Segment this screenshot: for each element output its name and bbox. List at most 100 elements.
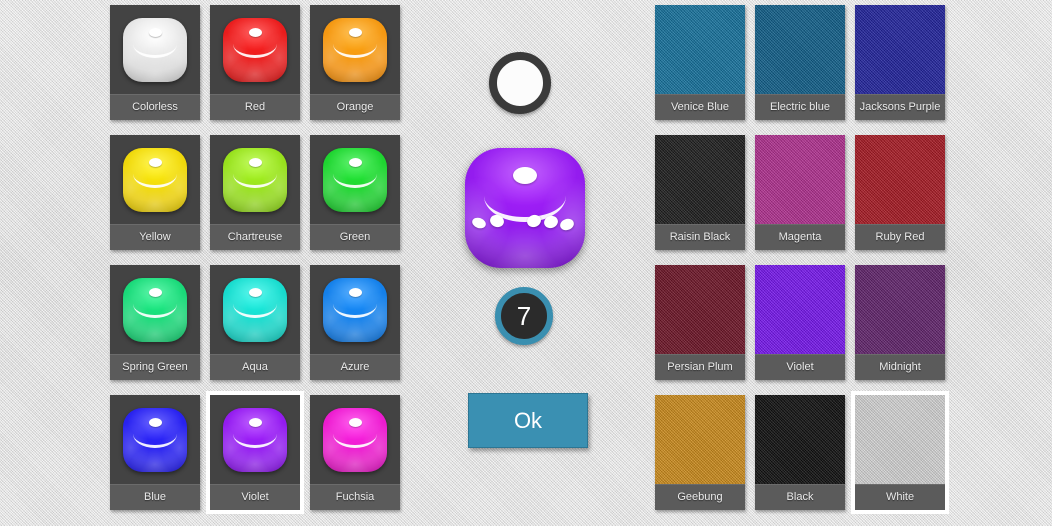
fabric-color-tile[interactable]: Magenta <box>755 135 845 250</box>
dice-color-tile[interactable]: Green <box>310 135 400 250</box>
fabric-color-label: Geebung <box>655 484 745 510</box>
die-highlight <box>333 304 377 319</box>
fabric-swatch <box>655 5 745 94</box>
die-highlight <box>133 434 177 449</box>
die-highlight <box>133 174 177 189</box>
die-highlight <box>233 44 277 59</box>
fabric-weave-texture <box>855 395 945 484</box>
die-icon <box>123 147 187 212</box>
die-pip <box>248 418 262 428</box>
die-icon <box>123 277 187 342</box>
die-pip <box>148 28 162 38</box>
ok-button[interactable]: Ok <box>468 393 588 448</box>
dice-color-label: Yellow <box>110 224 200 250</box>
fabric-color-label: White <box>855 484 945 510</box>
fabric-swatch <box>755 265 845 354</box>
dice-color-tile[interactable]: Red <box>210 5 300 120</box>
fabric-color-tile[interactable]: Jacksons Purple <box>855 5 945 120</box>
fabric-swatch <box>855 265 945 354</box>
die-highlight <box>233 304 277 319</box>
fabric-color-tile[interactable]: Electric blue <box>755 5 845 120</box>
die-preview[interactable] <box>465 148 585 268</box>
die-pip <box>348 288 362 298</box>
dice-color-tile[interactable]: Spring Green <box>110 265 200 380</box>
fabric-color-label: Raisin Black <box>655 224 745 250</box>
fabric-color-tile[interactable]: Venice Blue <box>655 5 745 120</box>
die-icon <box>223 277 287 342</box>
dice-color-label: Colorless <box>110 94 200 120</box>
dice-color-tile[interactable]: Fuchsia <box>310 395 400 510</box>
die-pip <box>248 288 262 298</box>
fabric-color-grid: Venice Blue Electric blue Jacksons Purple R… <box>655 0 949 519</box>
dice-color-label: Chartreuse <box>210 224 300 250</box>
dice-swatch <box>110 395 200 484</box>
die-pip <box>348 418 362 428</box>
die-icon <box>123 17 187 82</box>
fabric-swatch <box>755 5 845 94</box>
fabric-color-tile[interactable]: Ruby Red <box>855 135 945 250</box>
fabric-swatch <box>855 135 945 224</box>
dice-swatch <box>110 265 200 354</box>
fabric-color-tile[interactable]: Raisin Black <box>655 135 745 250</box>
dice-swatch <box>310 5 400 94</box>
fabric-color-label: Electric blue <box>755 94 845 120</box>
dice-color-label: Violet <box>210 484 300 510</box>
fabric-swatch <box>655 265 745 354</box>
fabric-color-tile[interactable]: Violet <box>755 265 845 380</box>
dice-count-badge[interactable]: 7 <box>495 287 553 345</box>
fabric-swatch <box>655 135 745 224</box>
die-icon <box>323 147 387 212</box>
fabric-weave-texture <box>855 135 945 224</box>
fabric-color-tile[interactable]: Black <box>755 395 845 510</box>
fabric-color-label: Jacksons Purple <box>855 94 945 120</box>
dice-swatch <box>110 5 200 94</box>
dice-color-label: Spring Green <box>110 354 200 380</box>
dice-color-tile[interactable]: Colorless <box>110 5 200 120</box>
die-icon <box>323 277 387 342</box>
dice-count-value: 7 <box>516 300 532 331</box>
dice-color-tile[interactable]: Chartreuse <box>210 135 300 250</box>
dice-color-label: Orange <box>310 94 400 120</box>
die-pip <box>248 158 262 168</box>
fabric-weave-texture <box>655 135 745 224</box>
fabric-color-label: Violet <box>755 354 845 380</box>
die-pip <box>513 167 537 185</box>
die-pip <box>148 158 162 168</box>
die-icon <box>123 407 187 472</box>
fabric-weave-texture <box>855 265 945 354</box>
dice-color-tile[interactable]: Azure <box>310 265 400 380</box>
die-highlight <box>333 434 377 449</box>
dice-color-tile[interactable]: Violet <box>206 391 304 514</box>
fabric-weave-texture <box>655 395 745 484</box>
dice-color-label: Aqua <box>210 354 300 380</box>
die-pip <box>470 215 488 230</box>
pip-color-swatch[interactable] <box>489 52 551 114</box>
die-icon <box>223 407 287 472</box>
fabric-color-tile[interactable]: Midnight <box>855 265 945 380</box>
fabric-color-label: Black <box>755 484 845 510</box>
fabric-weave-texture <box>855 5 945 94</box>
fabric-color-label: Ruby Red <box>855 224 945 250</box>
die-highlight <box>233 434 277 449</box>
fabric-color-tile[interactable]: Persian Plum <box>655 265 745 380</box>
ok-button-label: Ok <box>513 407 543 433</box>
dice-color-tile[interactable]: Blue <box>110 395 200 510</box>
fabric-color-tile[interactable]: Geebung <box>655 395 745 510</box>
die-pip <box>148 418 162 428</box>
fabric-weave-texture <box>755 5 845 94</box>
dice-swatch <box>210 395 300 484</box>
center-panel: 7 Ok <box>460 0 595 526</box>
fabric-color-label: Venice Blue <box>655 94 745 120</box>
die-highlight <box>133 304 177 319</box>
dice-color-tile[interactable]: Yellow <box>110 135 200 250</box>
die-icon <box>223 147 287 212</box>
fabric-weave-texture <box>755 395 845 484</box>
fabric-color-tile[interactable]: White <box>851 391 949 514</box>
dice-swatch <box>310 395 400 484</box>
fabric-swatch <box>855 395 945 484</box>
dice-color-tile[interactable]: Orange <box>310 5 400 120</box>
fabric-weave-texture <box>655 265 745 354</box>
dice-color-tile[interactable]: Aqua <box>210 265 300 380</box>
dice-color-label: Blue <box>110 484 200 510</box>
fabric-weave-texture <box>755 265 845 354</box>
